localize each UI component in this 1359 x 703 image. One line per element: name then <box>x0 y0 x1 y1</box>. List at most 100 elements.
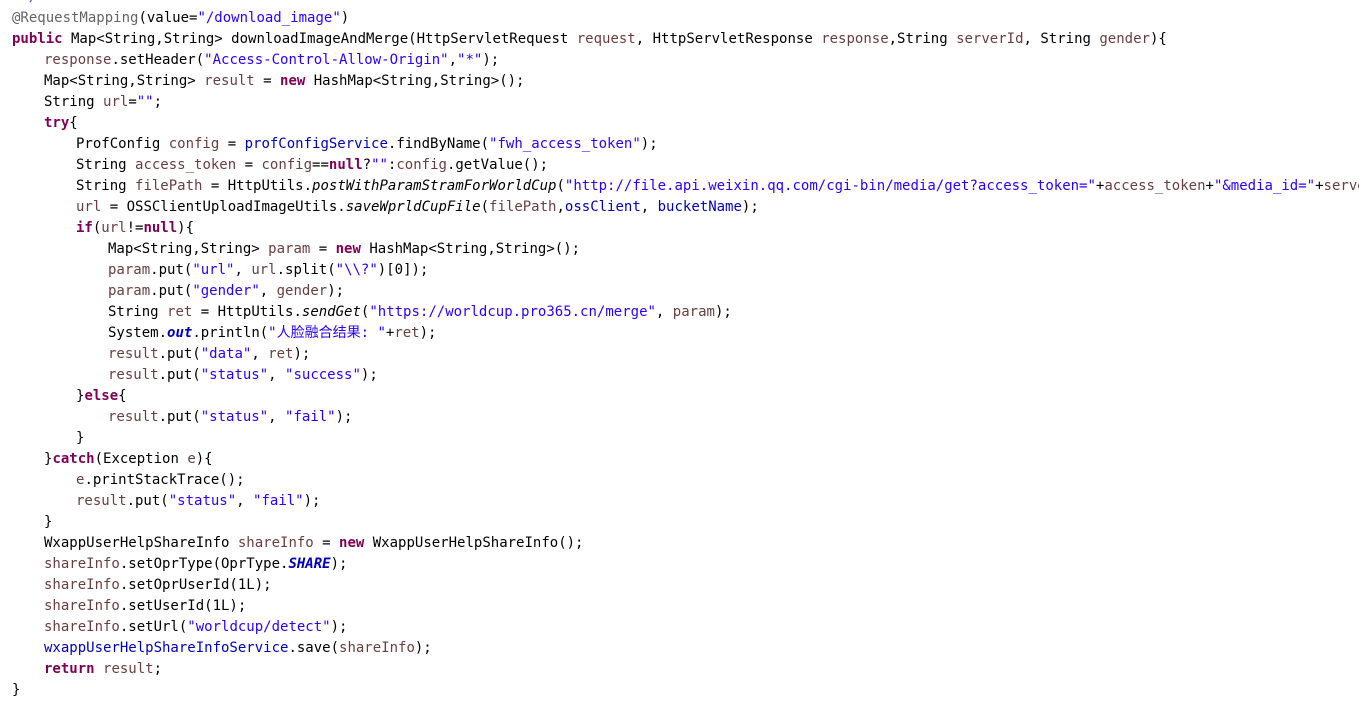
code-token: .println( <box>192 325 269 341</box>
code-token: WxappUserHelpShareInfo <box>44 535 238 551</box>
variable-token: response <box>821 31 889 47</box>
code-line[interactable]: } <box>76 428 84 449</box>
code-token: ) <box>340 10 350 26</box>
code-line[interactable]: param.put("gender", gender); <box>108 281 344 302</box>
code-token: , <box>234 262 252 278</box>
code-line[interactable]: String ret = HttpUtils.sendGet("https://… <box>108 302 732 323</box>
code-line[interactable]: shareInfo.setOprUserId(1L); <box>44 575 272 596</box>
code-token: .put( <box>158 346 201 362</box>
code-line[interactable]: shareInfo.setUserId(1L); <box>44 596 246 617</box>
static-method-token: saveWprldCupFile <box>345 199 481 215</box>
code-token: ); <box>714 304 732 320</box>
string-literal: "status" <box>200 409 269 425</box>
code-line[interactable]: String access_token = config==null?"":co… <box>76 155 548 176</box>
code-token: Map<String,String> <box>108 241 269 257</box>
code-line[interactable]: result.put("status", "fail"); <box>76 491 320 512</box>
code-token: ){ <box>195 451 213 467</box>
annotation-token: @RequestMapping <box>12 10 139 26</box>
code-line[interactable]: */ <box>12 0 37 8</box>
code-line[interactable]: } <box>44 512 52 533</box>
code-line[interactable]: response.setHeader("Access-Control-Allow… <box>44 50 499 71</box>
code-token: , HttpServletResponse <box>635 31 822 47</box>
string-literal: "success" <box>285 367 361 383</box>
code-line[interactable]: result.put("data", ret); <box>108 344 310 365</box>
code-line[interactable]: return result; <box>44 659 162 680</box>
code-token: { <box>118 388 127 404</box>
code-line[interactable]: @RequestMapping(value="/download_image") <box>12 8 349 29</box>
code-token: Map<String,String> downloadImageAndMerge… <box>62 31 577 47</box>
code-token: .setOprUserId(1L); <box>119 577 272 593</box>
code-line[interactable]: WxappUserHelpShareInfo shareInfo = new W… <box>44 533 583 554</box>
field-token: wxappUserHelpShareInfoService <box>44 640 289 656</box>
code-line[interactable]: url = OSSClientUploadImageUtils.saveWprl… <box>76 197 759 218</box>
variable-token: url <box>103 94 129 110</box>
code-line[interactable]: if(url!=null){ <box>76 218 194 239</box>
variable-token: shareInfo <box>44 556 120 572</box>
code-editor[interactable]: */ @RequestMapping(value="/download_image… <box>0 0 1359 703</box>
code-token: ){ <box>177 220 195 236</box>
string-literal: "Access-Control-Allow-Origin" <box>204 52 449 68</box>
code-token: ,String <box>888 31 957 47</box>
code-line[interactable]: Map<String,String> param = new HashMap<S… <box>108 239 580 260</box>
keyword-token: else <box>84 388 119 404</box>
code-token: .put( <box>150 262 193 278</box>
code-line[interactable]: try{ <box>44 113 78 134</box>
code-token: = <box>310 241 336 257</box>
string-literal: "人脸融合结果: " <box>268 325 386 341</box>
code-line[interactable]: result.put("status", "fail"); <box>108 407 352 428</box>
code-token: , <box>251 346 269 362</box>
code-token: == <box>312 157 329 173</box>
keyword-token: new <box>339 535 365 551</box>
code-line[interactable]: result.put("status", "success"); <box>108 365 378 386</box>
code-line[interactable]: wxappUserHelpShareInfoService.save(share… <box>44 638 432 659</box>
code-line[interactable]: }catch(Exception e){ <box>44 449 213 470</box>
code-line[interactable]: param.put("url", url.split("\\?")[0]); <box>108 260 428 281</box>
string-literal: "" <box>136 94 154 110</box>
code-line[interactable]: public Map<String,String> downloadImageA… <box>12 29 1167 50</box>
code-token: .put( <box>126 493 169 509</box>
keyword-token: new <box>280 73 306 89</box>
code-line[interactable]: e.printStackTrace(); <box>76 470 245 491</box>
variable-token: shareInfo <box>339 640 415 656</box>
code-token: .split( <box>276 262 336 278</box>
variable-token: request <box>576 31 636 47</box>
code-line[interactable]: ProfConfig config = profConfigService.fi… <box>76 134 658 155</box>
code-token: , <box>268 409 286 425</box>
string-literal: "fwh_access_token" <box>489 136 641 152</box>
field-token: profConfigService <box>244 136 388 152</box>
code-line[interactable]: shareInfo.setUrl("worldcup/detect"); <box>44 617 347 638</box>
code-token: ( <box>480 199 490 215</box>
code-token: , <box>448 52 458 68</box>
variable-token: result <box>76 493 127 509</box>
string-literal: "fail" <box>285 409 336 425</box>
code-line[interactable]: }else{ <box>76 386 127 407</box>
code-token: HashMap<String,String>(); <box>305 73 525 89</box>
code-token: { <box>69 115 78 131</box>
string-literal: "worldcup/detect" <box>187 619 331 635</box>
code-token: WxappUserHelpShareInfo(); <box>364 535 584 551</box>
code-line[interactable]: } <box>12 680 20 701</box>
variable-token: filePath <box>135 178 203 194</box>
code-token: ); <box>640 136 658 152</box>
keyword-token: null <box>143 220 178 236</box>
code-token: ; <box>153 94 163 110</box>
string-literal: "status" <box>168 493 237 509</box>
code-token: = <box>236 157 262 173</box>
code-line[interactable]: System.out.println("人脸融合结果: "+ret); <box>108 323 436 344</box>
variable-token: ret <box>268 346 294 362</box>
code-token: String <box>76 157 136 173</box>
code-line[interactable]: String filePath = HttpUtils.postWithPara… <box>76 176 1359 197</box>
code-token: = <box>313 535 340 551</box>
code-token: .printStackTrace(); <box>84 472 245 488</box>
code-line[interactable]: String url=""; <box>44 92 162 113</box>
code-token: HashMap<String,String>(); <box>360 241 581 257</box>
code-token: .put( <box>150 283 193 299</box>
string-literal: "https://worldcup.pro365.cn/merge" <box>369 304 656 320</box>
code-line[interactable]: Map<String,String> result = new HashMap<… <box>44 71 524 92</box>
code-line[interactable]: shareInfo.setOprType(OprType.SHARE); <box>44 554 347 575</box>
code-token: ); <box>360 367 378 383</box>
code-token: ); <box>482 52 500 68</box>
code-token: (value= <box>138 10 198 26</box>
code-token: != <box>126 220 144 236</box>
field-token: ossClient <box>564 199 641 215</box>
